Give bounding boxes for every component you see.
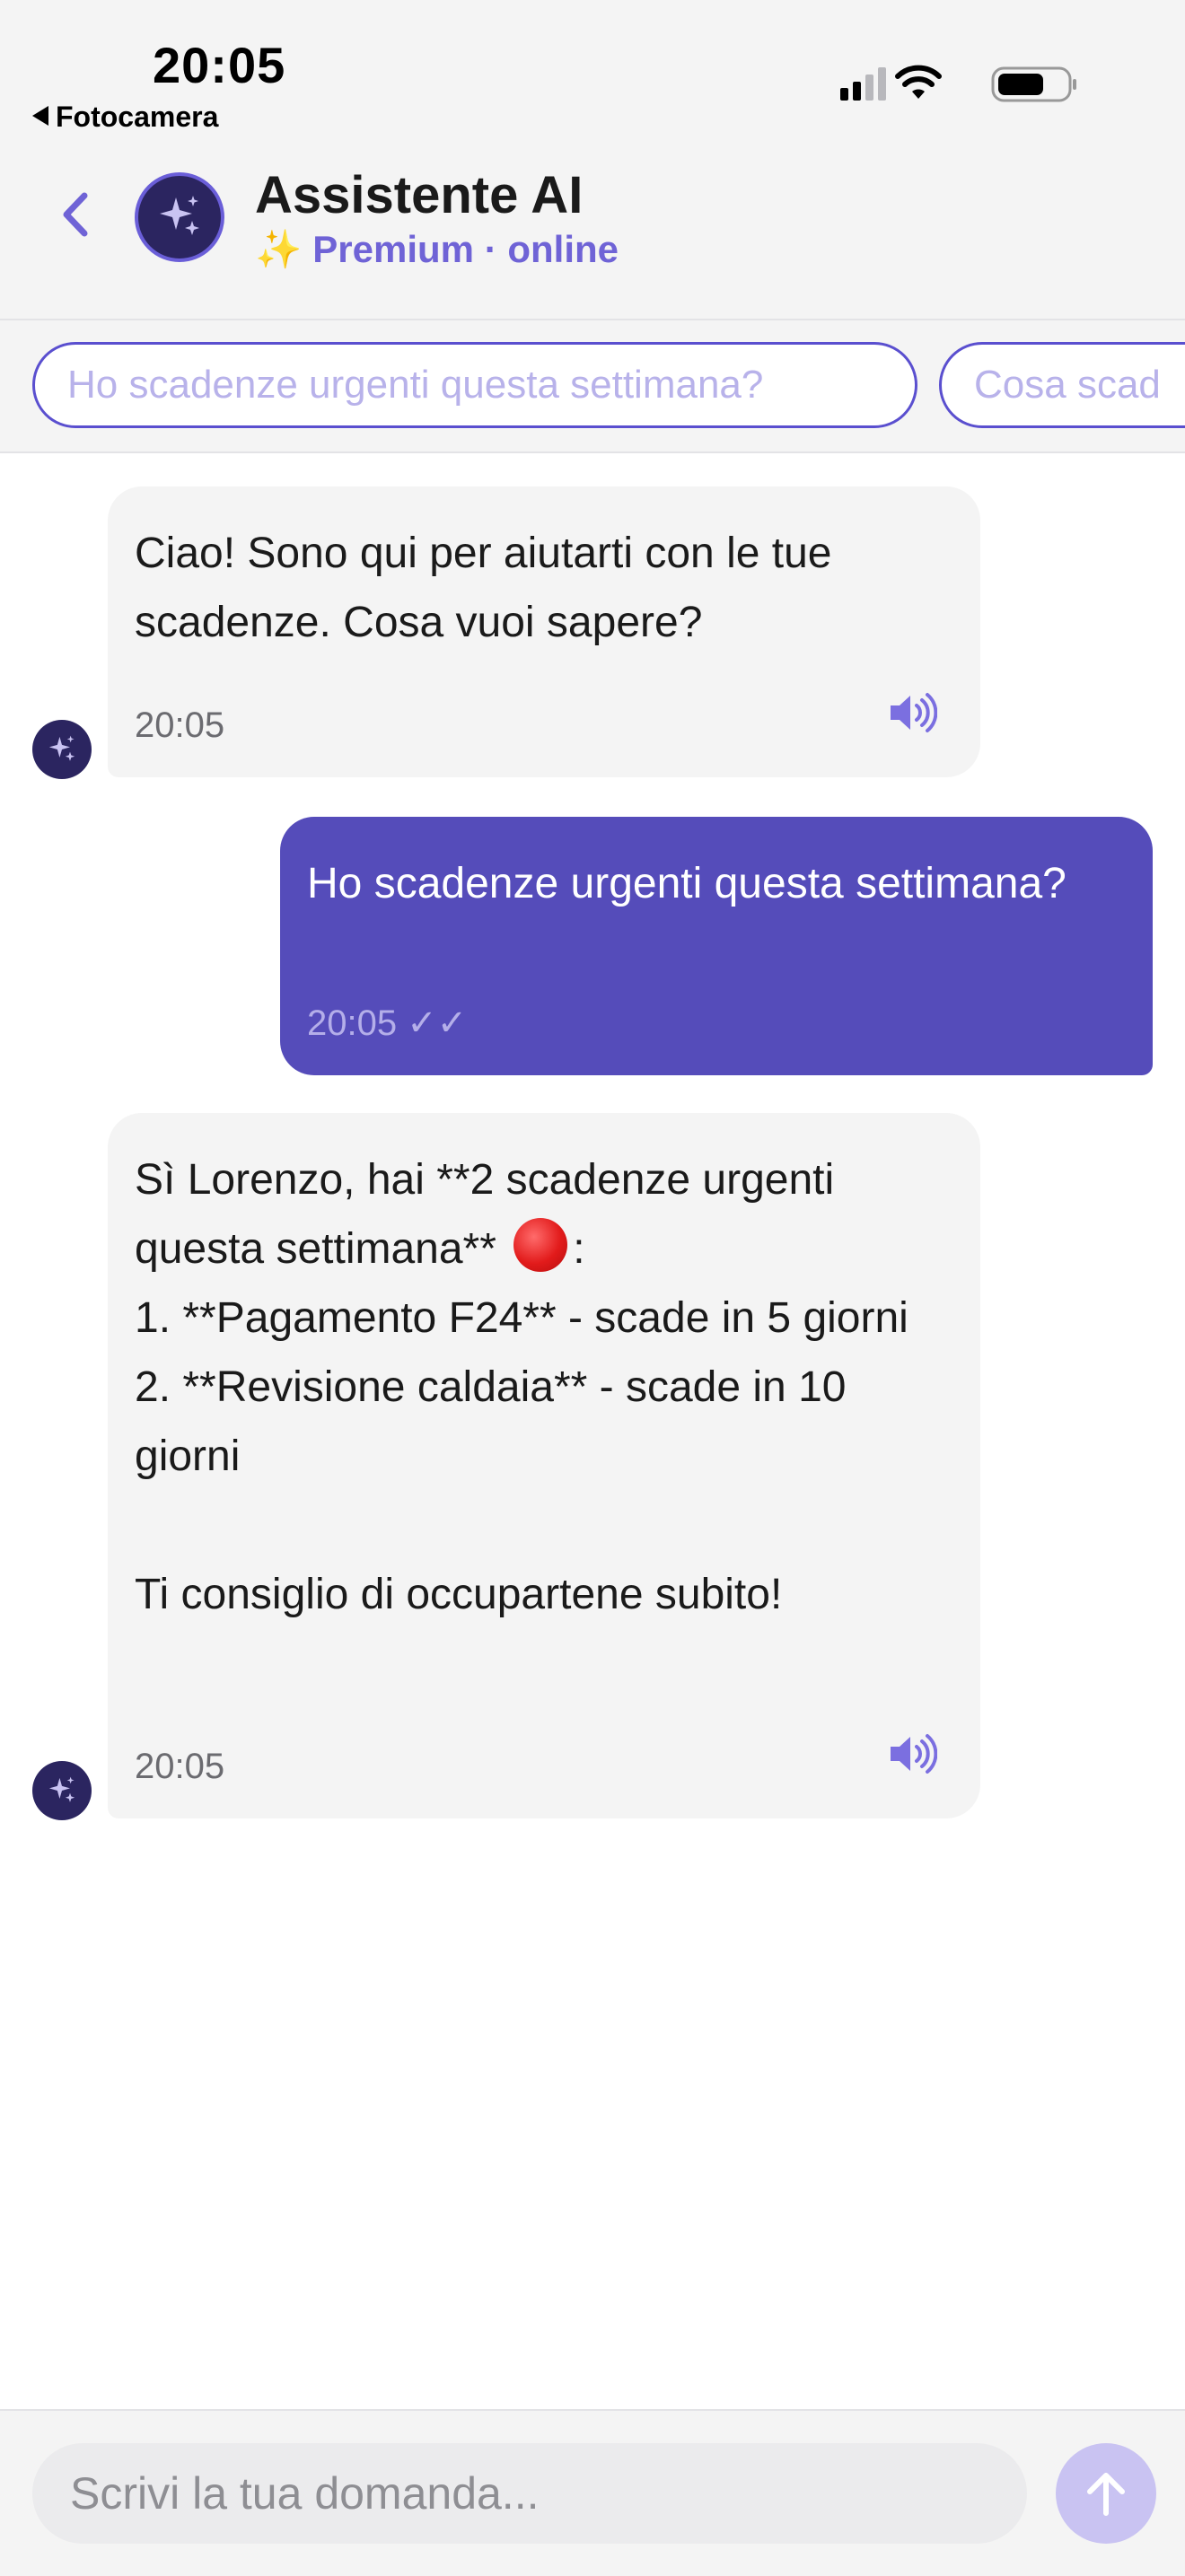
assistant-message: Ciao! Sono qui per aiutarti con le tue s… bbox=[108, 486, 980, 777]
message-text-body: 1. **Pagamento F24** - scade in 5 giorni… bbox=[135, 1294, 908, 1618]
user-message: Ho scadenze urgenti questa settimana? 20… bbox=[280, 817, 1153, 1075]
assistant-avatar bbox=[32, 720, 92, 779]
speaker-icon[interactable] bbox=[887, 1727, 938, 1774]
arrow-up-icon bbox=[1087, 2473, 1125, 2516]
message-text: Ho scadenze urgenti questa settimana? bbox=[307, 860, 1066, 907]
status-time: 20:05 bbox=[153, 37, 286, 93]
chat-status: Premium · online bbox=[312, 228, 619, 270]
assistant-avatar bbox=[32, 1761, 92, 1820]
back-to-app-link[interactable]: Fotocamera bbox=[32, 101, 218, 134]
back-app-label: Fotocamera bbox=[56, 101, 219, 133]
message-time: 20:05 ✓✓ bbox=[307, 989, 467, 1058]
sparkles-icon bbox=[48, 1776, 75, 1802]
assistant-avatar bbox=[135, 172, 224, 262]
read-receipt-icon: ✓✓ bbox=[407, 1003, 468, 1043]
question-input[interactable] bbox=[32, 2443, 1027, 2544]
message-time: 20:05 bbox=[135, 1747, 225, 1786]
status-icons bbox=[835, 63, 1077, 108]
chat-subtitle: ✨ Premium · online bbox=[255, 228, 619, 272]
suggestion-chip[interactable]: Ho scadenze urgenti questa settimana? bbox=[32, 342, 917, 428]
sparkles-icon bbox=[48, 735, 75, 761]
suggestion-chips: Ho scadenze urgenti questa settimana? Co… bbox=[0, 320, 1185, 453]
chat-title: Assistente AI bbox=[255, 166, 584, 224]
message-time-value: 20:05 bbox=[307, 1003, 398, 1043]
chat-header: Assistente AI ✨ Premium · online bbox=[0, 153, 1185, 320]
sparkles-icon bbox=[160, 196, 199, 235]
send-button[interactable] bbox=[1056, 2443, 1156, 2544]
suggestion-chip[interactable]: Cosa scad bbox=[939, 342, 1185, 428]
sparkle-emoji-icon: ✨ bbox=[255, 228, 303, 270]
back-button[interactable] bbox=[50, 183, 104, 246]
assistant-message: Sì Lorenzo, hai **2 scadenze urgenti que… bbox=[108, 1113, 980, 1818]
message-text: Ciao! Sono qui per aiutarti con le tue s… bbox=[135, 530, 832, 646]
status-indicators-icon bbox=[840, 65, 1076, 102]
message-text-line: Sì Lorenzo, hai **2 scadenze urgenti que… bbox=[135, 1156, 835, 1273]
message-text-suffix: : bbox=[573, 1225, 585, 1273]
message-text: Sì Lorenzo, hai **2 scadenze urgenti que… bbox=[135, 1145, 953, 1629]
composer-bar bbox=[0, 2409, 1185, 2576]
message-time: 20:05 bbox=[135, 705, 225, 745]
chevron-left-icon bbox=[63, 192, 88, 237]
status-bar: 20:05 Fotocamera bbox=[0, 0, 1185, 153]
back-triangle-icon bbox=[32, 106, 48, 126]
red-circle-emoji-icon bbox=[514, 1218, 568, 1272]
speaker-icon[interactable] bbox=[887, 686, 938, 732]
